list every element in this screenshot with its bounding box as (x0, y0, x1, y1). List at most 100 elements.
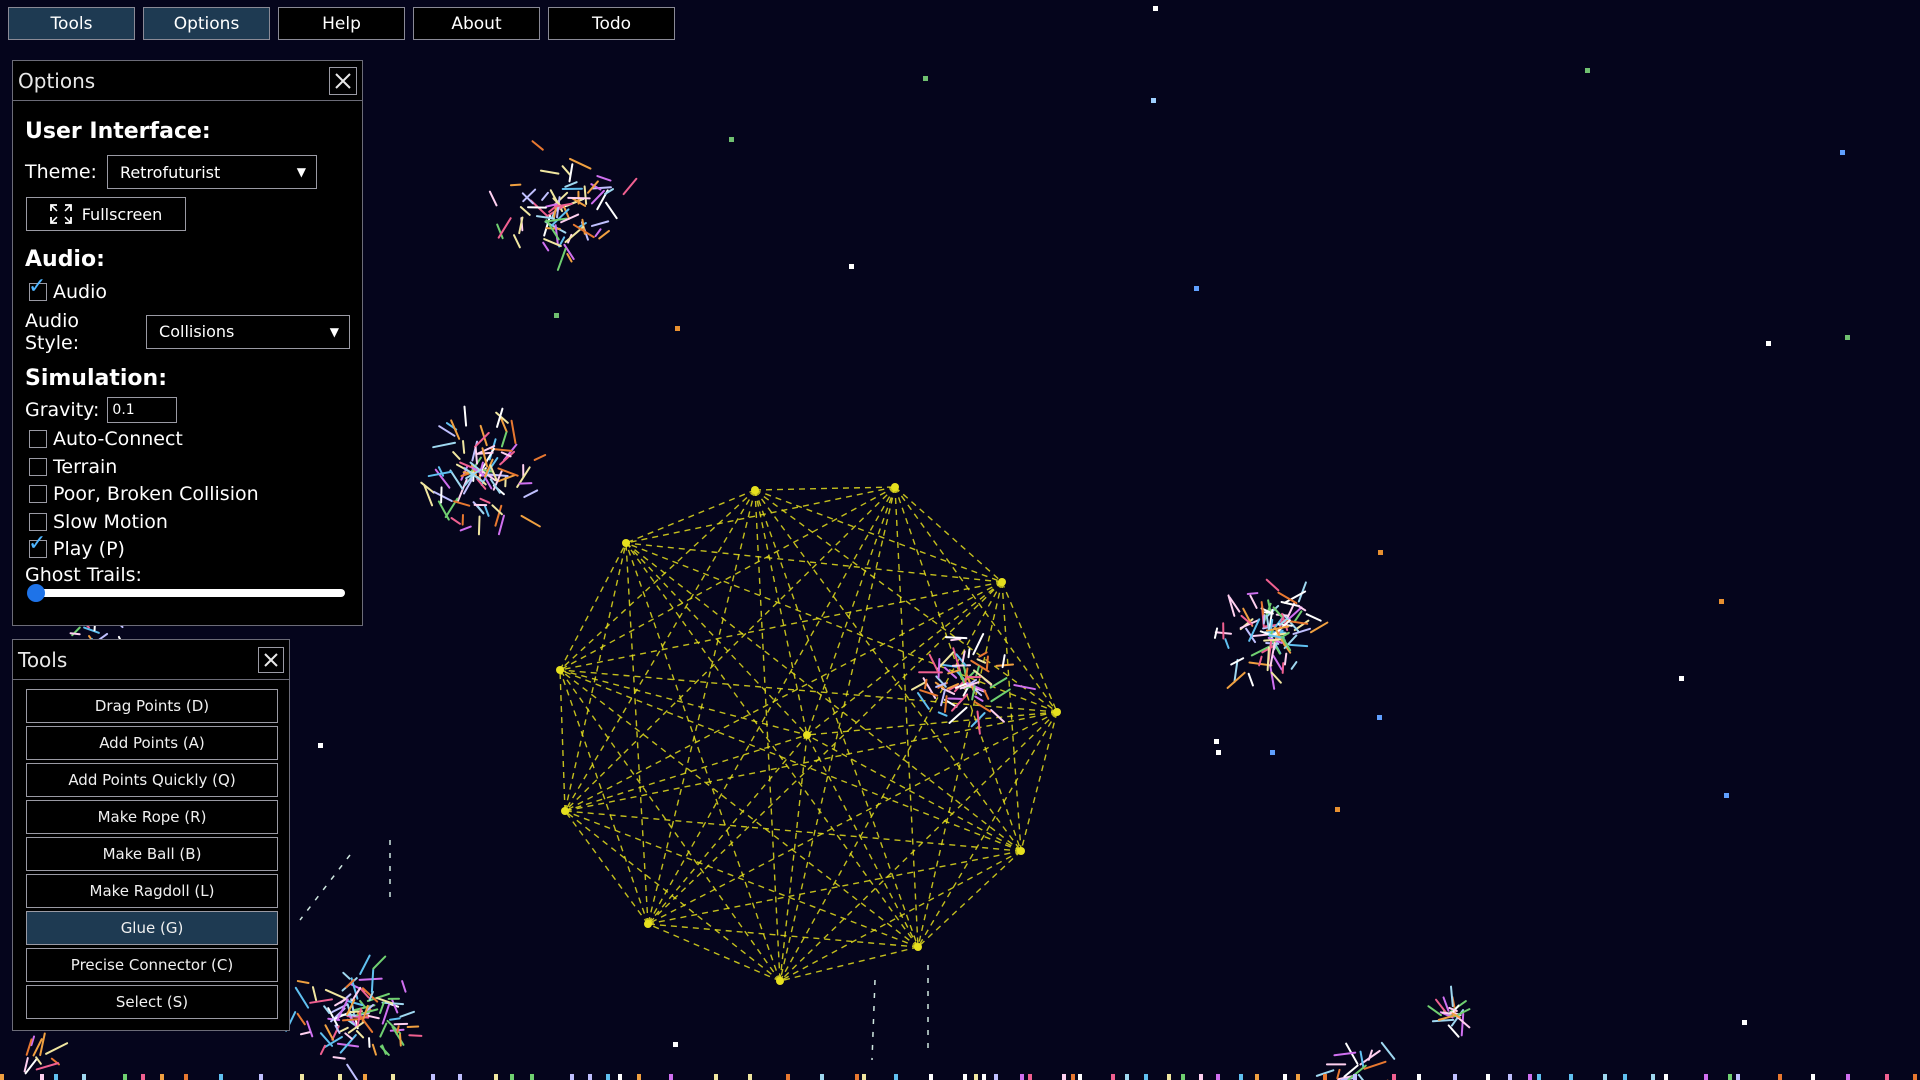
particle-stick (35, 1056, 42, 1065)
checkmark-icon: ✓ (28, 531, 47, 557)
floor-particle (1736, 1074, 1740, 1080)
floor-particle (510, 1074, 514, 1080)
particle-stick (967, 648, 971, 659)
fullscreen-button[interactable]: Fullscreen (26, 197, 186, 231)
particle-stick (520, 514, 541, 528)
particle-stick (605, 201, 618, 220)
ball-spring (894, 486, 1022, 852)
floor-particle (259, 1074, 263, 1080)
floor-particle (1846, 1074, 1850, 1080)
particle-stick (521, 192, 534, 205)
tool-select-button[interactable]: Select (S) (26, 985, 278, 1019)
particle-stick (533, 453, 547, 461)
tool-glue-button[interactable]: Glue (G) (26, 911, 278, 945)
tools-list: Drag Points (D) Add Points (A) Add Point… (13, 680, 289, 1019)
particle-stick (974, 695, 984, 702)
auto-connect-row[interactable]: Auto-Connect (25, 426, 350, 454)
floor-particle (54, 1074, 58, 1080)
tool-make-ragdoll-button[interactable]: Make Ragdoll (L) (26, 874, 278, 908)
particle-stick (296, 1012, 306, 1026)
slow-motion-row[interactable]: Slow Motion (25, 508, 350, 536)
menu-about-button[interactable]: About (413, 7, 540, 40)
ball-spring (564, 810, 1022, 852)
ball-spring (625, 486, 896, 544)
particle-stick (1281, 662, 1285, 674)
ball-point (998, 578, 1006, 586)
particle-point (1719, 599, 1724, 604)
floor-particle (1239, 1074, 1243, 1080)
tool-make-rope-button[interactable]: Make Rope (R) (26, 800, 278, 834)
audio-style-select[interactable]: Collisions ▼ (146, 314, 350, 349)
ball-spring (564, 810, 781, 982)
ragdoll-link (299, 854, 351, 921)
theme-select[interactable]: Retrofuturist ▼ (106, 155, 317, 189)
particle-stick (299, 1031, 311, 1036)
options-panel: Options User Interface: Theme: Retrofutu… (12, 60, 363, 626)
broken-collision-row[interactable]: Poor, Broken Collision (25, 481, 350, 509)
tool-drag-points-button[interactable]: Drag Points (D) (26, 689, 278, 723)
ball-spring (779, 711, 1058, 982)
menu-options-button[interactable]: Options (143, 7, 270, 40)
tool-add-points-button[interactable]: Add Points (A) (26, 726, 278, 760)
tools-panel-header: Tools (13, 640, 289, 680)
broken-collision-checkbox[interactable] (29, 485, 47, 504)
ball-point (803, 731, 811, 739)
ball-spring (564, 711, 1058, 812)
particle-stick (1247, 672, 1254, 687)
terrain-row[interactable]: Terrain (25, 453, 350, 481)
ball-spring (564, 486, 896, 812)
floor-particle (1062, 1074, 1066, 1080)
particle-stick (379, 1022, 388, 1038)
particle-stick (978, 651, 988, 658)
particle-stick (1359, 1050, 1365, 1070)
floor-particle (1028, 1074, 1032, 1080)
options-close-button[interactable] (329, 66, 357, 95)
particle-stick (937, 658, 941, 679)
terrain-checkbox[interactable] (29, 457, 47, 476)
menu-todo-button[interactable]: Todo (548, 7, 675, 40)
particle-stick (372, 955, 387, 970)
terrain-label: Terrain (53, 455, 118, 478)
ball-spring (647, 486, 896, 925)
floor-particle (1353, 1074, 1357, 1080)
tool-make-ball-button[interactable]: Make Ball (B) (26, 837, 278, 871)
menu-help-button[interactable]: Help (278, 7, 405, 40)
ghost-trails-slider-thumb[interactable] (27, 584, 45, 602)
floor-particle (1020, 1074, 1024, 1080)
floor-particle (1323, 1074, 1327, 1080)
play-row[interactable]: ✓ Play (P) (25, 533, 350, 564)
tool-precise-connector-button[interactable]: Precise Connector (C) (26, 948, 278, 982)
tool-add-points-quickly-button[interactable]: Add Points Quickly (Q) (26, 763, 278, 797)
audio-style-label: Audio Style: (25, 309, 80, 354)
auto-connect-checkbox[interactable] (29, 430, 47, 449)
slow-motion-checkbox[interactable] (29, 512, 47, 531)
floor-particle (1778, 1074, 1782, 1080)
floor-particle (530, 1074, 534, 1080)
particle-stick (995, 663, 1015, 667)
ball-spring (559, 489, 756, 671)
particle-point (1845, 335, 1850, 340)
particle-stick (497, 514, 505, 536)
ball-spring (754, 489, 808, 736)
floor-particle (1664, 1074, 1668, 1080)
audio-checkbox[interactable]: ✓ (28, 275, 47, 301)
ball-point (914, 943, 922, 951)
particle-stick (500, 431, 508, 448)
tools-close-button[interactable] (258, 646, 284, 673)
particle-stick (350, 986, 362, 1003)
floor-particle (1728, 1074, 1732, 1080)
ghost-trails-label: Ghost Trails: (25, 564, 142, 586)
floor-particle (1528, 1074, 1532, 1080)
floor-particle (494, 1074, 498, 1080)
floor-particle (431, 1074, 435, 1080)
particle-stick (622, 177, 638, 196)
particle-stick (483, 504, 490, 517)
gravity-input[interactable] (107, 396, 178, 423)
particle-stick (462, 440, 466, 454)
menu-tools-button[interactable]: Tools (8, 7, 135, 40)
particle-point (1216, 750, 1221, 755)
ghost-trails-slider[interactable] (27, 584, 345, 602)
particle-stick (944, 636, 968, 640)
play-checkbox[interactable]: ✓ (28, 533, 47, 559)
particle-stick (1290, 661, 1298, 670)
